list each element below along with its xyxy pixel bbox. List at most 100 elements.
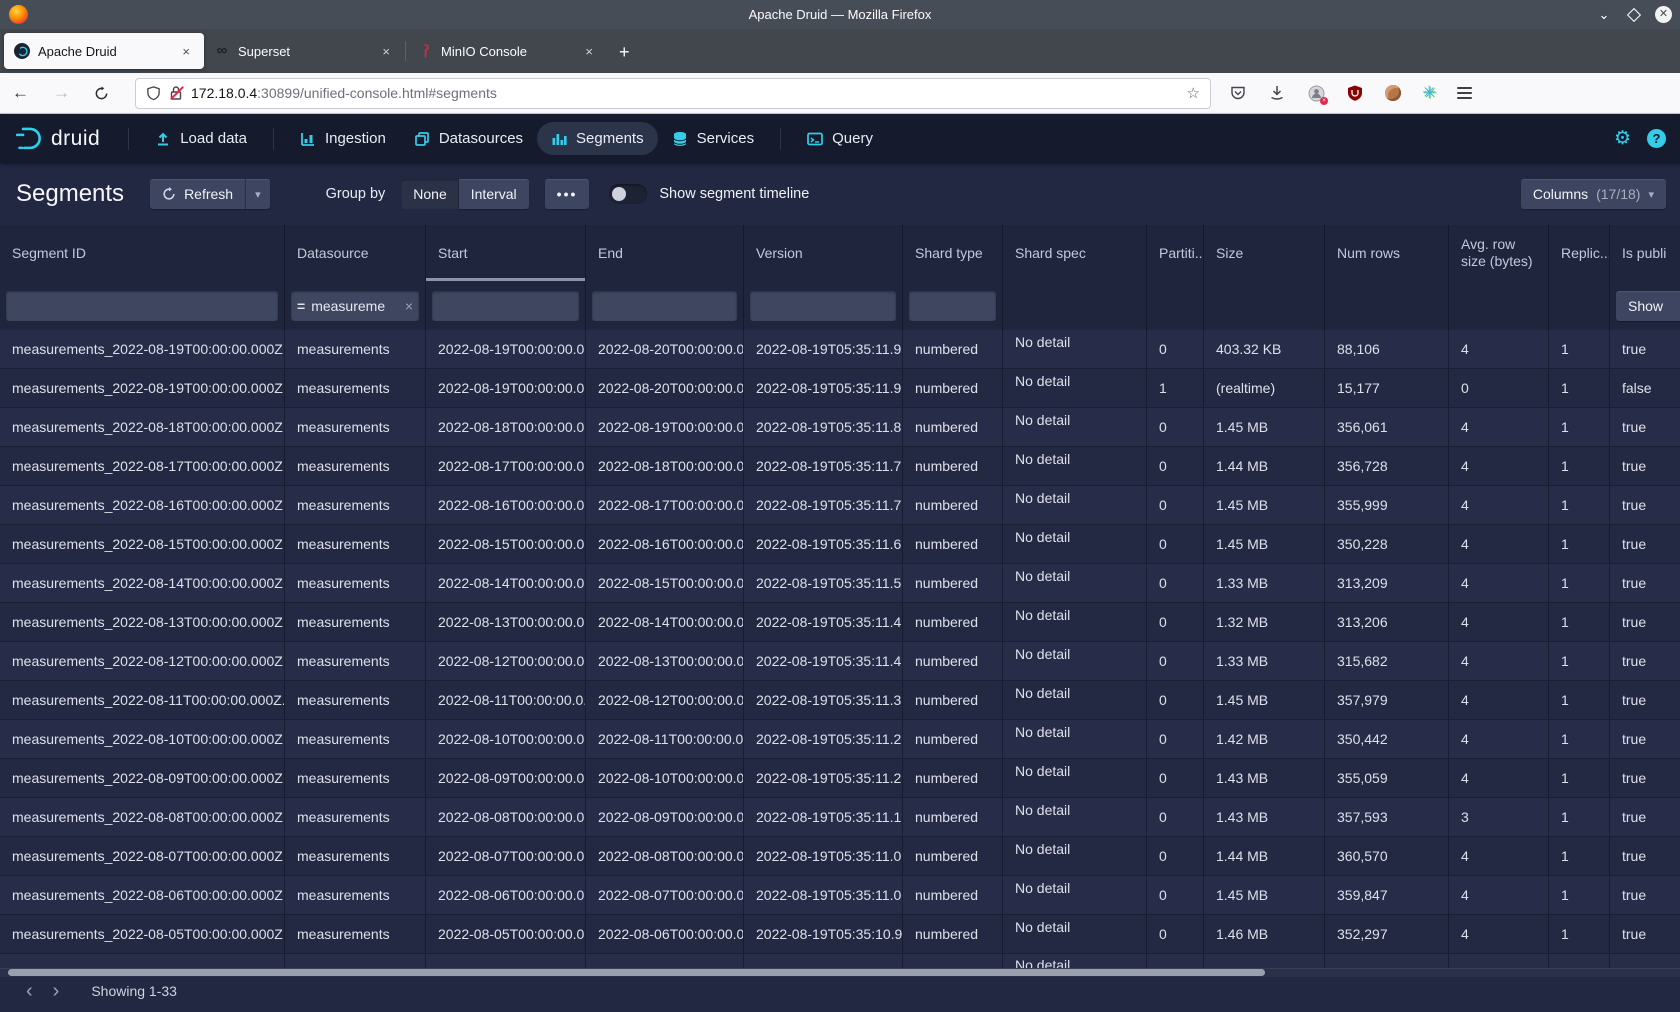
- table-cell: 0: [1147, 837, 1204, 875]
- table-row[interactable]: measurements_2022-08-14T00:00:00.000Z...…: [0, 564, 1680, 603]
- table-row[interactable]: measurements_2022-08-16T00:00:00.000Z...…: [0, 486, 1680, 525]
- nav-divider: [780, 128, 781, 150]
- ublock-icon[interactable]: [1346, 84, 1364, 102]
- table-cell: true: [1610, 564, 1680, 602]
- maximize-icon[interactable]: [1627, 8, 1641, 22]
- table-row-partial[interactable]: No detail: [0, 954, 1680, 968]
- filter-start[interactable]: [432, 291, 579, 321]
- table-row[interactable]: measurements_2022-08-06T00:00:00.000Z...…: [0, 876, 1680, 915]
- table-row[interactable]: measurements_2022-08-19T00:00:00.000Z...…: [0, 330, 1680, 369]
- help-icon[interactable]: ?: [1647, 129, 1666, 148]
- horizontal-scrollbar[interactable]: [0, 968, 1680, 977]
- table-row[interactable]: measurements_2022-08-05T00:00:00.000Z...…: [0, 915, 1680, 954]
- table-row[interactable]: measurements_2022-08-15T00:00:00.000Z...…: [0, 525, 1680, 564]
- tab-close-icon[interactable]: ×: [378, 42, 394, 61]
- table-row[interactable]: measurements_2022-08-12T00:00:00.000Z...…: [0, 642, 1680, 681]
- scrollbar-thumb[interactable]: [8, 969, 1265, 976]
- group-by-interval-button[interactable]: Interval: [459, 179, 529, 209]
- nav-load-data[interactable]: Load data: [141, 122, 261, 155]
- group-by-none-button[interactable]: None: [401, 179, 458, 209]
- url-text[interactable]: 172.18.0.4:30899/unified-console.html#se…: [191, 85, 1187, 101]
- column-header-segment-id[interactable]: Segment ID: [0, 225, 285, 281]
- filter-version[interactable]: [750, 291, 896, 321]
- column-header-is-published[interactable]: Is publi: [1610, 225, 1680, 281]
- table-row[interactable]: measurements_2022-08-10T00:00:00.000Z...…: [0, 720, 1680, 759]
- column-header-datasource[interactable]: Datasource: [285, 225, 426, 281]
- shield-icon[interactable]: [146, 85, 161, 101]
- filter-row: = measureme × Show: [0, 281, 1680, 330]
- cookie-icon[interactable]: [1385, 85, 1401, 101]
- refresh-button[interactable]: Refresh: [150, 179, 245, 209]
- column-header-num-rows[interactable]: Num rows: [1325, 225, 1449, 281]
- prev-page-button[interactable]: ‹: [16, 981, 43, 1001]
- table-cell: No detail: [1003, 408, 1147, 446]
- url-bar[interactable]: 172.18.0.4:30899/unified-console.html#se…: [135, 78, 1211, 109]
- extension-asterisk-icon[interactable]: ✳: [1422, 83, 1436, 103]
- table-cell: measurements: [285, 330, 426, 368]
- column-header-end[interactable]: End: [586, 225, 744, 281]
- settings-gear-icon[interactable]: ⚙: [1614, 127, 1631, 150]
- tab-minio-console[interactable]: MinIO Console ×: [407, 33, 607, 69]
- table-row[interactable]: measurements_2022-08-17T00:00:00.000Z...…: [0, 447, 1680, 486]
- columns-label: Columns: [1533, 186, 1588, 202]
- nav-services[interactable]: Services: [658, 122, 769, 155]
- filter-is-published-select[interactable]: Show: [1616, 291, 1680, 321]
- table-row[interactable]: measurements_2022-08-08T00:00:00.000Z...…: [0, 798, 1680, 837]
- column-header-size[interactable]: Size: [1204, 225, 1325, 281]
- column-header-replicas[interactable]: Replic...: [1549, 225, 1610, 281]
- columns-button[interactable]: Columns (17/18) ▾: [1521, 179, 1666, 209]
- druid-favicon-icon: [14, 43, 30, 59]
- tab-superset[interactable]: ∞ Superset ×: [204, 33, 404, 69]
- table-row[interactable]: measurements_2022-08-11T00:00:00.000Z...…: [0, 681, 1680, 720]
- next-page-button[interactable]: ›: [43, 981, 70, 1001]
- table-cell: measurements: [285, 642, 426, 680]
- menu-icon[interactable]: [1457, 87, 1472, 99]
- pocket-icon[interactable]: [1229, 84, 1247, 102]
- nav-datasources[interactable]: Datasources: [400, 122, 537, 155]
- table-cell: 2022-08-19T05:35:11.7...: [744, 486, 903, 524]
- tab-close-icon[interactable]: ×: [178, 42, 194, 61]
- nav-ingestion[interactable]: Ingestion: [286, 122, 400, 155]
- filter-segment-id[interactable]: [6, 291, 278, 321]
- column-header-shard-type[interactable]: Shard type: [903, 225, 1003, 281]
- table-cell: true: [1610, 915, 1680, 953]
- table-cell: 1: [1549, 915, 1610, 953]
- nav-query[interactable]: Query: [793, 122, 887, 155]
- table-cell: measurements: [285, 369, 426, 407]
- table-cell: measurements: [285, 447, 426, 485]
- filter-clear-icon[interactable]: ×: [405, 298, 413, 314]
- nav-segments[interactable]: Segments: [537, 122, 658, 155]
- column-header-partition[interactable]: Partiti...: [1147, 225, 1204, 281]
- table-row[interactable]: measurements_2022-08-19T00:00:00.000Z...…: [0, 369, 1680, 408]
- filter-shard-type[interactable]: [909, 291, 996, 321]
- close-icon[interactable]: ✕: [1655, 6, 1672, 23]
- minimize-icon[interactable]: ⌄: [1595, 7, 1613, 23]
- table-row[interactable]: measurements_2022-08-13T00:00:00.000Z...…: [0, 603, 1680, 642]
- filter-end[interactable]: [592, 291, 737, 321]
- download-icon[interactable]: [1268, 84, 1286, 102]
- column-header-start[interactable]: Start: [426, 225, 586, 281]
- table-row[interactable]: measurements_2022-08-18T00:00:00.000Z...…: [0, 408, 1680, 447]
- table-cell: 2022-08-19T05:35:11.3...: [744, 681, 903, 719]
- segment-timeline-toggle[interactable]: [609, 184, 647, 204]
- tab-apache-druid[interactable]: Apache Druid ×: [4, 33, 204, 69]
- druid-brand[interactable]: druid: [14, 126, 100, 152]
- page-title: Segments: [16, 180, 124, 208]
- table-row[interactable]: measurements_2022-08-09T00:00:00.000Z...…: [0, 759, 1680, 798]
- more-options-button[interactable]: •••: [545, 179, 590, 209]
- bookmark-star-icon[interactable]: ☆: [1187, 84, 1200, 102]
- column-header-avg-row-size[interactable]: Avg. row size (bytes): [1449, 225, 1549, 281]
- back-button[interactable]: ←: [0, 83, 41, 103]
- extension-disabled-icon[interactable]: ×: [1307, 84, 1325, 102]
- column-header-shard-spec[interactable]: Shard spec: [1003, 225, 1147, 281]
- insecure-lock-icon[interactable]: [169, 85, 183, 101]
- tab-close-icon[interactable]: ×: [581, 42, 597, 61]
- window-titlebar: Apache Druid — Mozilla Firefox ⌄ ✕: [0, 0, 1680, 29]
- reload-button[interactable]: [82, 86, 121, 101]
- table-row[interactable]: measurements_2022-08-07T00:00:00.000Z...…: [0, 837, 1680, 876]
- column-header-version[interactable]: Version: [744, 225, 903, 281]
- new-tab-button[interactable]: +: [607, 42, 642, 73]
- filter-datasource[interactable]: = measureme ×: [291, 291, 419, 321]
- table-cell: No detail: [1003, 330, 1147, 368]
- refresh-caret-button[interactable]: ▾: [245, 179, 270, 209]
